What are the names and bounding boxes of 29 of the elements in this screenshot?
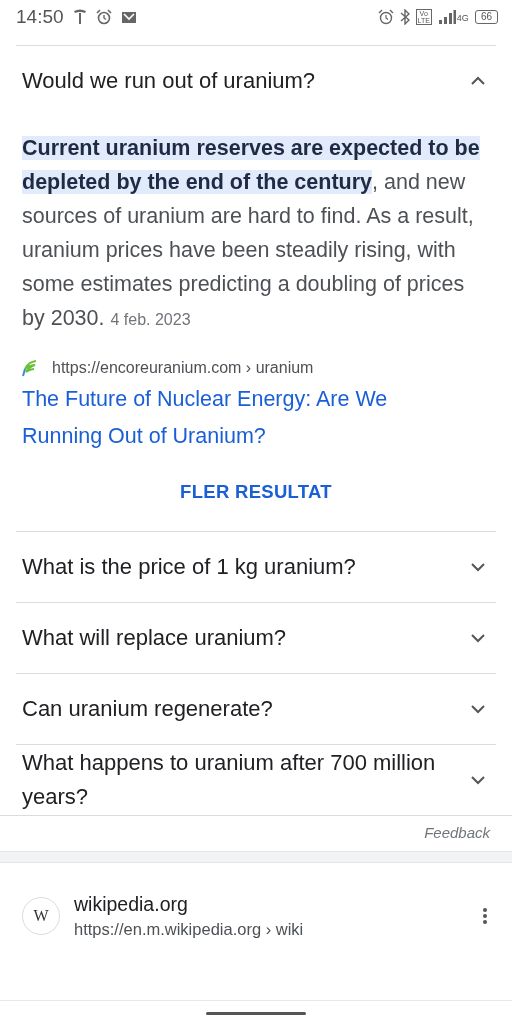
chevron-down-icon: [470, 775, 486, 785]
more-options-icon: [482, 907, 488, 925]
chevron-down-icon: [470, 633, 486, 643]
signal-icon: [437, 9, 456, 25]
site-url[interactable]: https://en.m.wikipedia.org › wiki: [74, 920, 468, 939]
question-row[interactable]: Would we run out of uranium?: [16, 46, 496, 116]
feedback-link[interactable]: Feedback: [424, 824, 490, 841]
source-url[interactable]: https://encoreuranium.com › uranium: [52, 359, 314, 377]
home-handle[interactable]: [206, 1011, 306, 1015]
question-row[interactable]: What will replace uranium?: [16, 603, 496, 673]
clock-time: 14:50: [16, 6, 64, 28]
question-row[interactable]: What is the price of 1 kg uranium?: [16, 532, 496, 602]
alarm-icon: [377, 9, 394, 25]
chevron-down-icon: [470, 562, 486, 572]
network-label: 4G: [456, 13, 469, 23]
feather-logo-icon: [22, 359, 38, 377]
result-title-link[interactable]: The Future of Nuclear Energy: Are We Running Out of Uranium?: [22, 381, 442, 455]
mail-icon: [120, 10, 137, 24]
more-results-button[interactable]: FLER RESULTAT: [170, 475, 342, 509]
bluetooth-icon: [399, 9, 410, 25]
chevron-up-icon: [470, 76, 486, 86]
alarm-icon: [95, 9, 112, 25]
chevron-down-icon: [470, 704, 486, 714]
question-row[interactable]: Can uranium regenerate?: [16, 674, 496, 744]
site-name[interactable]: wikipedia.org: [74, 893, 468, 916]
car-logo-icon: [72, 9, 87, 25]
battery-indicator: 66: [474, 10, 498, 24]
question-row[interactable]: What happens to uranium after 700 million years?: [16, 745, 496, 815]
answer-text: Current uranium reserves are expected to be depleted by the end of the century, and new sources of uranium are hard to find. As a result, uranium prices have been steadily rising, with some estimates predicting a doubling of prices by 2030. 4 feb. 2023: [22, 135, 481, 332]
